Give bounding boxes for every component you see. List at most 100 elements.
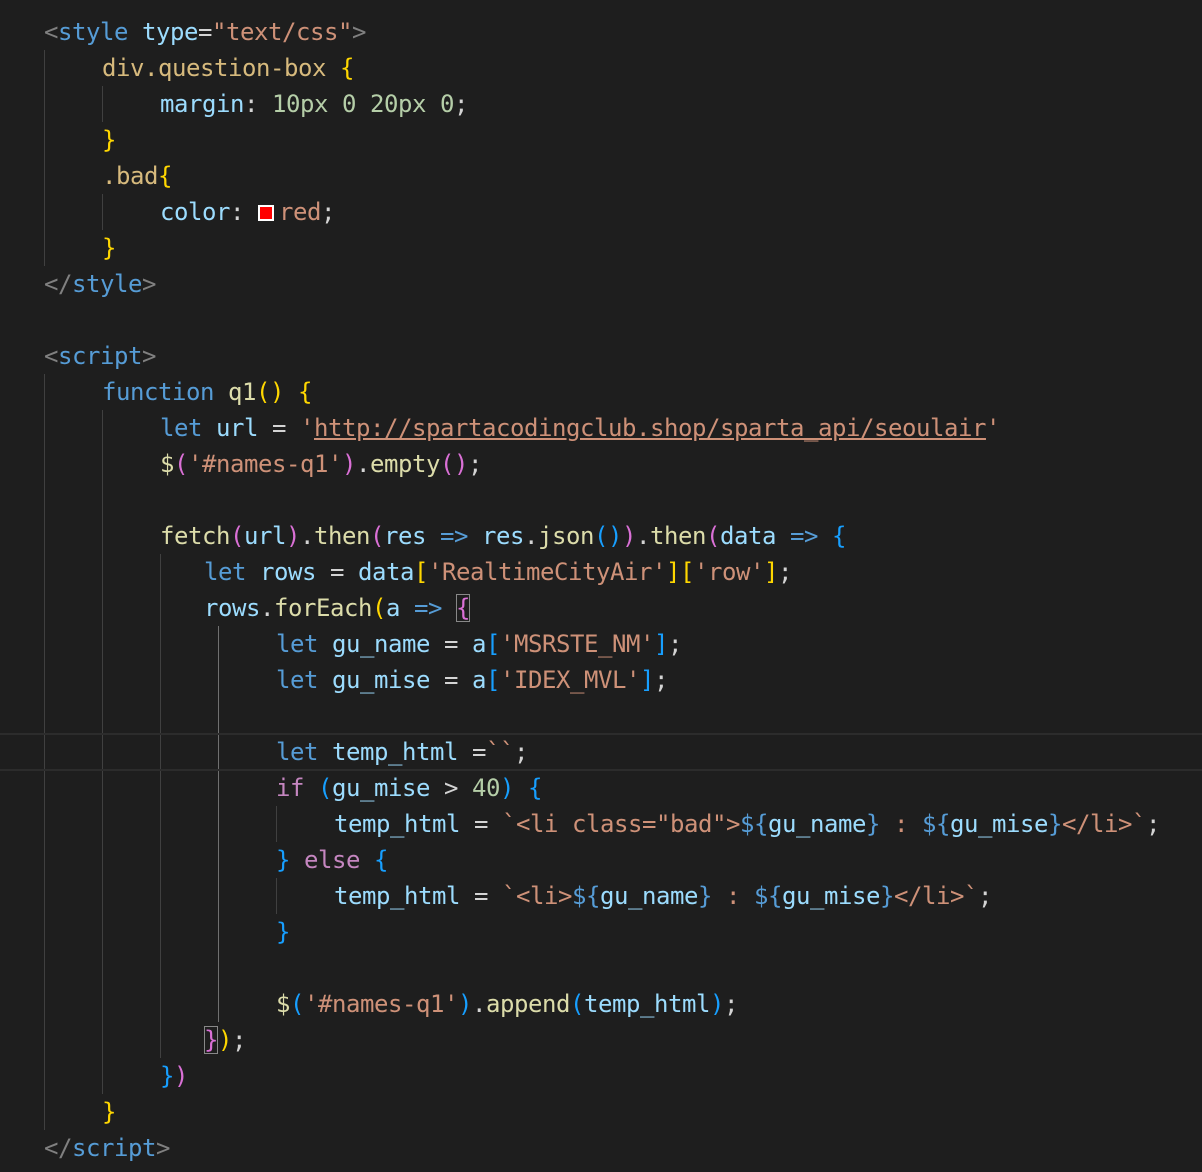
code-token: ) [174,1062,188,1090]
code-token: a [472,666,486,694]
code-line: .bad{ [102,158,172,194]
indent-guide [276,806,277,842]
code-token: then [314,522,370,550]
code-token: { [340,54,354,82]
code-token: script [58,342,142,370]
code-token: = [460,810,502,838]
indent-guide [276,878,277,914]
code-token: { [298,378,312,406]
code-token: "text/css" [212,18,352,46]
code-line: <script> [44,338,156,374]
code-token: 'IDEX_MVL' [500,666,640,694]
code-token: let [204,558,246,586]
code-token: . [472,990,486,1018]
code-token: 0 [440,90,454,118]
code-line: let gu_mise = a['IDEX_MVL']; [276,662,668,698]
code-token: script [72,1134,156,1162]
code-token: empty [370,450,440,478]
code-line: temp_html = `<li class="bad">${gu_name} … [334,806,1160,842]
code-token: 0 [342,90,356,118]
code-line: } [102,122,116,158]
code-editor[interactable]: <style type="text/css"> div.question-box … [0,0,1202,1172]
code-line: fetch(url).then(res => res.json()).then(… [160,518,846,554]
indent-guide [102,86,103,122]
code-token: rows [204,594,260,622]
code-token: temp_html [584,990,710,1018]
code-token: gu_mise [950,810,1048,838]
current-line-highlight-bottom [0,769,1202,771]
code-token: { [374,846,388,874]
code-token: = [316,558,358,586]
code-token: } [160,1062,174,1090]
code-token: } [866,810,880,838]
color-swatch-icon [258,205,274,221]
code-line: color: red; [160,194,335,230]
code-token: => [414,594,442,622]
code-token: ; [232,1026,246,1054]
code-token: $ [160,450,174,478]
code-token: gu_name [768,810,866,838]
code-token: : [244,90,272,118]
code-token: . [300,522,314,550]
code-line: let temp_html =``; [276,734,528,770]
code-token: ; [724,990,738,1018]
code-token: 'MSRSTE_NM' [500,630,654,658]
code-token: gu_mise [332,774,430,802]
code-token: ) [500,774,514,802]
code-token: } [102,126,116,154]
code-token: temp_html [334,882,460,910]
code-token: `<li> [502,882,572,910]
code-token: url [216,414,258,442]
code-token: ( [174,450,188,478]
code-token: ) [286,522,300,550]
code-line: </style> [44,266,156,302]
code-token: res [384,522,426,550]
code-token: ( [290,990,304,1018]
code-token: } [276,846,290,874]
code-token: = [458,738,486,766]
code-line: div.question-box { [102,50,354,86]
code-token: ] [640,666,654,694]
code-token: ${ [922,810,950,838]
code-token: 20px [370,90,426,118]
code-token: ' [300,414,314,442]
code-token: gu_mise [332,666,430,694]
code-token: 'RealtimeCityAir' [428,558,666,586]
code-token: `<li class="bad"> [502,810,740,838]
code-token: . [524,522,538,550]
code-line: let rows = data['RealtimeCityAir']['row'… [204,554,792,590]
bracket-match: { [456,594,470,622]
code-token: gu_name [600,882,698,910]
code-token: : [712,882,754,910]
code-token: ) [218,1026,232,1054]
code-token: > [352,18,366,46]
code-token: ] [654,630,668,658]
code-token: let [276,666,318,694]
code-token: = [460,882,502,910]
code-token: > [142,342,156,370]
code-token: forEach [274,594,372,622]
code-token: ; [778,558,792,586]
code-token: '#names-q1' [188,450,342,478]
code-token: { [832,522,846,550]
code-token: [ [414,558,428,586]
code-token: ( [370,522,384,550]
code-token: json [538,522,594,550]
code-token: color [160,198,230,226]
code-token: ) [710,990,724,1018]
code-token: </li>` [1062,810,1146,838]
code-token: then [650,522,706,550]
code-token: a [472,630,486,658]
code-token: temp_html [332,738,458,766]
code-line: let gu_name = a['MSRSTE_NM']; [276,626,682,662]
